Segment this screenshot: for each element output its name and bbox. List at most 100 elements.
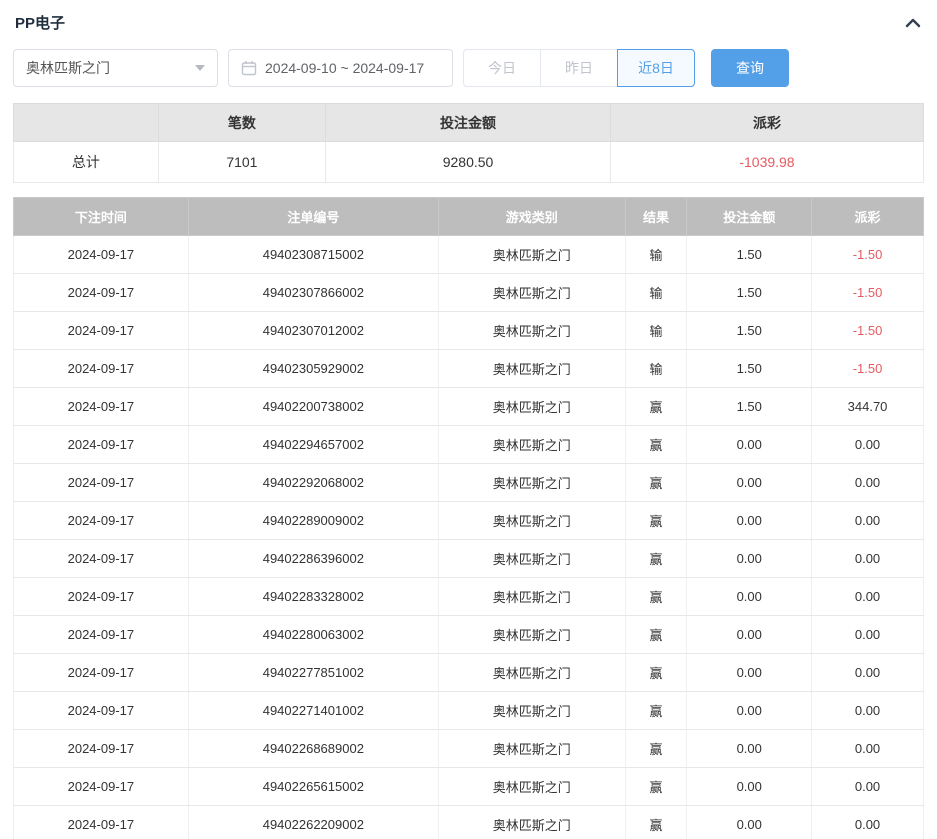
cell-game-category: 奥林匹斯之门	[438, 578, 625, 616]
cell-bet-amount: 1.50	[687, 312, 812, 350]
summary-total-bet-amount: 9280.50	[326, 142, 611, 183]
cell-payout: -1.50	[812, 274, 924, 312]
table-row: 2024-09-17 49402307012002 奥林匹斯之门 输 1.50 …	[14, 312, 924, 350]
column-header-bet-time: 下注时间	[14, 198, 189, 236]
cell-bet-amount: 0.00	[687, 768, 812, 806]
cell-payout: -1.50	[812, 350, 924, 388]
cell-result: 赢	[625, 730, 687, 768]
last-8-days-button[interactable]: 近8日	[617, 49, 695, 87]
cell-bet-amount: 0.00	[687, 578, 812, 616]
game-select[interactable]: 奥林匹斯之门	[13, 49, 218, 87]
cell-result: 赢	[625, 578, 687, 616]
cell-game-category: 奥林匹斯之门	[438, 654, 625, 692]
cell-result: 赢	[625, 426, 687, 464]
cell-payout: 0.00	[812, 730, 924, 768]
cell-payout: 0.00	[812, 806, 924, 839]
cell-result: 赢	[625, 654, 687, 692]
summary-total-label: 总计	[14, 142, 159, 183]
cell-payout: 0.00	[812, 768, 924, 806]
cell-result: 输	[625, 312, 687, 350]
cell-bet-time: 2024-09-17	[14, 502, 189, 540]
chevron-up-icon[interactable]	[904, 16, 922, 30]
cell-game-category: 奥林匹斯之门	[438, 464, 625, 502]
cell-game-category: 奥林匹斯之门	[438, 236, 625, 274]
cell-bet-amount: 0.00	[687, 540, 812, 578]
cell-order-number: 49402292068002	[188, 464, 438, 502]
cell-bet-amount: 0.00	[687, 730, 812, 768]
column-header-game-category: 游戏类别	[438, 198, 625, 236]
cell-bet-time: 2024-09-17	[14, 730, 189, 768]
cell-bet-amount: 0.00	[687, 654, 812, 692]
table-row: 2024-09-17 49402262209002 奥林匹斯之门 赢 0.00 …	[14, 806, 924, 839]
cell-payout: -1.50	[812, 236, 924, 274]
cell-bet-time: 2024-09-17	[14, 768, 189, 806]
cell-bet-amount: 0.00	[687, 502, 812, 540]
cell-bet-time: 2024-09-17	[14, 654, 189, 692]
table-row: 2024-09-17 49402271401002 奥林匹斯之门 赢 0.00 …	[14, 692, 924, 730]
cell-order-number: 49402289009002	[188, 502, 438, 540]
cell-result: 赢	[625, 502, 687, 540]
cell-game-category: 奥林匹斯之门	[438, 806, 625, 839]
table-row: 2024-09-17 49402286396002 奥林匹斯之门 赢 0.00 …	[14, 540, 924, 578]
cell-result: 赢	[625, 540, 687, 578]
pp-games-panel: PP电子 奥林匹斯之门 2024-09-10 ~ 2024-09-17 今日 昨…	[0, 0, 937, 839]
cell-order-number: 49402277851002	[188, 654, 438, 692]
cell-order-number: 49402283328002	[188, 578, 438, 616]
cell-game-category: 奥林匹斯之门	[438, 730, 625, 768]
table-row: 2024-09-17 49402289009002 奥林匹斯之门 赢 0.00 …	[14, 502, 924, 540]
cell-result: 赢	[625, 464, 687, 502]
today-button[interactable]: 今日	[463, 49, 541, 87]
cell-game-category: 奥林匹斯之门	[438, 692, 625, 730]
cell-bet-time: 2024-09-17	[14, 806, 189, 839]
cell-payout: 0.00	[812, 502, 924, 540]
cell-bet-amount: 1.50	[687, 388, 812, 426]
cell-game-category: 奥林匹斯之门	[438, 502, 625, 540]
cell-result: 赢	[625, 768, 687, 806]
cell-order-number: 49402305929002	[188, 350, 438, 388]
summary-table: 笔数 投注金额 派彩 总计 7101 9280.50 -1039.98	[13, 103, 924, 183]
chevron-down-icon	[195, 65, 205, 71]
table-row: 2024-09-17 49402294657002 奥林匹斯之门 赢 0.00 …	[14, 426, 924, 464]
cell-game-category: 奥林匹斯之门	[438, 388, 625, 426]
cell-payout: -1.50	[812, 312, 924, 350]
quick-range-button-group: 今日 昨日 近8日	[463, 49, 695, 87]
panel-header: PP电子	[13, 0, 924, 43]
table-row: 2024-09-17 49402307866002 奥林匹斯之门 输 1.50 …	[14, 274, 924, 312]
cell-order-number: 49402307012002	[188, 312, 438, 350]
cell-bet-amount: 0.00	[687, 426, 812, 464]
summary-header-payout: 派彩	[610, 104, 923, 142]
cell-bet-time: 2024-09-17	[14, 426, 189, 464]
cell-bet-time: 2024-09-17	[14, 540, 189, 578]
cell-game-category: 奥林匹斯之门	[438, 426, 625, 464]
cell-payout: 0.00	[812, 692, 924, 730]
cell-result: 输	[625, 236, 687, 274]
cell-order-number: 49402265615002	[188, 768, 438, 806]
summary-total-payout: -1039.98	[610, 142, 923, 183]
game-select-value: 奥林匹斯之门	[26, 58, 110, 78]
cell-game-category: 奥林匹斯之门	[438, 274, 625, 312]
table-row: 2024-09-17 49402268689002 奥林匹斯之门 赢 0.00 …	[14, 730, 924, 768]
date-range-value: 2024-09-10 ~ 2024-09-17	[265, 60, 424, 76]
table-row: 2024-09-17 49402280063002 奥林匹斯之门 赢 0.00 …	[14, 616, 924, 654]
query-button[interactable]: 查询	[711, 49, 789, 87]
bets-table: 下注时间 注单编号 游戏类别 结果 投注金额 派彩 2024-09-17 494…	[13, 197, 924, 839]
cell-bet-time: 2024-09-17	[14, 578, 189, 616]
cell-order-number: 49402308715002	[188, 236, 438, 274]
cell-order-number: 49402307866002	[188, 274, 438, 312]
cell-bet-amount: 0.00	[687, 616, 812, 654]
yesterday-button[interactable]: 昨日	[540, 49, 618, 87]
cell-bet-time: 2024-09-17	[14, 236, 189, 274]
summary-header-blank	[14, 104, 159, 142]
cell-bet-amount: 0.00	[687, 464, 812, 502]
cell-result: 赢	[625, 692, 687, 730]
cell-payout: 0.00	[812, 616, 924, 654]
cell-result: 赢	[625, 806, 687, 839]
bets-table-header-row: 下注时间 注单编号 游戏类别 结果 投注金额 派彩	[14, 198, 924, 236]
cell-order-number: 49402271401002	[188, 692, 438, 730]
cell-bet-time: 2024-09-17	[14, 616, 189, 654]
cell-game-category: 奥林匹斯之门	[438, 540, 625, 578]
cell-payout: 0.00	[812, 578, 924, 616]
table-row: 2024-09-17 49402200738002 奥林匹斯之门 赢 1.50 …	[14, 388, 924, 426]
date-range-picker[interactable]: 2024-09-10 ~ 2024-09-17	[228, 49, 453, 87]
cell-bet-amount: 0.00	[687, 806, 812, 839]
